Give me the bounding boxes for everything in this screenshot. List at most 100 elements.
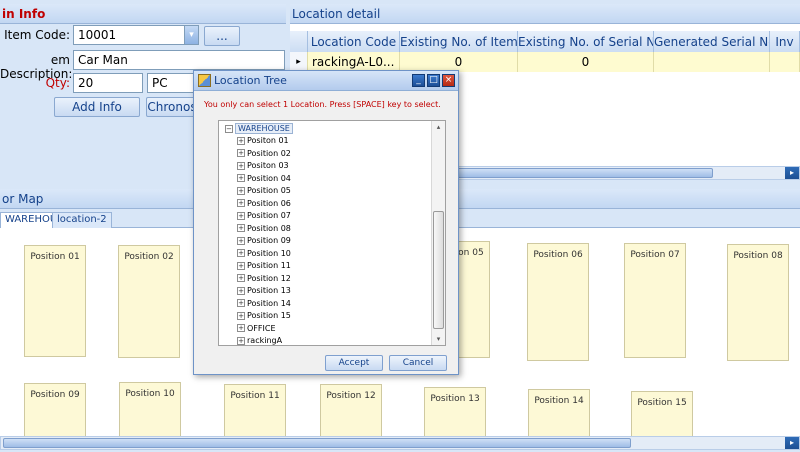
expand-icon[interactable]: + [237, 274, 245, 282]
map-position-02[interactable]: Position 02 [118, 245, 180, 358]
scroll-up-icon[interactable]: ▴ [432, 121, 445, 133]
qty-label: Qty: [45, 76, 70, 90]
tree-node-label: Position 14 [247, 298, 291, 308]
tree-node[interactable]: + Position 11 [237, 260, 291, 272]
cell-generated-serial[interactable] [654, 52, 770, 72]
tree-node[interactable]: + Position 07 [237, 210, 291, 222]
map-position-15[interactable]: Position 15 [631, 391, 693, 436]
map-scroll-right-icon[interactable]: ▸ [785, 437, 799, 449]
map-position-11[interactable]: Position 11 [224, 384, 286, 436]
expand-icon[interactable]: + [237, 211, 245, 220]
expand-icon[interactable]: + [237, 224, 245, 232]
cell-inv[interactable] [770, 52, 800, 72]
item-code-combo[interactable]: 10001 ▾ [73, 25, 199, 45]
tree-node[interactable]: + Position 04 [237, 173, 291, 185]
tree-node[interactable]: + Position 12 [237, 273, 291, 285]
map-position-08[interactable]: Position 08 [727, 244, 789, 361]
accept-button[interactable]: Accept [325, 355, 383, 371]
expand-icon[interactable]: + [237, 249, 245, 257]
cancel-button[interactable]: Cancel [389, 355, 447, 371]
tree-scroll-thumb[interactable] [433, 211, 444, 329]
tree-node[interactable]: + Position 14 [237, 298, 291, 310]
map-scroll-thumb[interactable] [3, 438, 631, 448]
map-position-06[interactable]: Position 06 [527, 243, 589, 361]
map-position-09[interactable]: Position 09 [24, 383, 86, 436]
expand-icon[interactable]: + [237, 261, 245, 270]
chronos-button[interactable]: Chronos [146, 97, 198, 117]
scroll-down-icon[interactable]: ▾ [432, 333, 445, 345]
main-info-header: in Info [0, 4, 286, 24]
map-position-13[interactable]: Position 13 [424, 387, 486, 436]
tree-node[interactable]: + Position 05 [237, 185, 291, 197]
dialog-title: Location Tree [214, 74, 287, 87]
tree-node-label: Position 10 [247, 248, 291, 258]
tree-node-label: Position 02 [247, 148, 291, 158]
dialog-title-bar[interactable]: Location Tree _ □ × [194, 71, 458, 91]
tree-node-label: Position 12 [247, 273, 291, 283]
cell-existing-serial[interactable]: 0 [518, 52, 654, 72]
tree-node-label: Position 07 [247, 211, 291, 220]
expand-icon[interactable]: + [237, 136, 245, 145]
tab-location-2[interactable]: location-2 [52, 212, 112, 228]
row-indicator-icon: ▸ [290, 52, 308, 72]
expand-icon[interactable]: + [237, 311, 245, 320]
location-tree[interactable]: − WAREHOUSE + Positon 01 + Position 02 + Posit… [218, 120, 446, 346]
app-icon [198, 74, 211, 87]
tree-node[interactable]: + rackingA [237, 335, 282, 347]
scroll-right-icon[interactable]: ▸ [785, 167, 799, 179]
tree-node[interactable]: + Position 02 [237, 148, 291, 160]
map-position-01[interactable]: Position 01 [24, 245, 86, 357]
item-description-field[interactable]: Car Man [73, 50, 285, 70]
tree-vertical-scrollbar[interactable]: ▴ ▾ [431, 121, 445, 345]
browse-button[interactable]: ... [204, 26, 240, 46]
map-horizontal-scrollbar[interactable]: ▸ [0, 436, 800, 450]
tree-node[interactable]: + Positon 03 [237, 160, 289, 172]
tree-node-label: Positon 03 [247, 161, 289, 170]
tree-node[interactable]: + Positon 01 [237, 135, 289, 147]
expand-icon[interactable]: + [237, 299, 245, 307]
tree-node-label: Position 15 [247, 311, 291, 320]
map-position-07[interactable]: Position 07 [624, 243, 686, 358]
tree-node-label: rackingA [247, 336, 283, 345]
qty-field[interactable]: 20 [73, 73, 143, 93]
tree-node-label: Position 08 [247, 223, 291, 233]
tree-node-label: Position 13 [247, 286, 291, 295]
add-info-button[interactable]: Add Info [54, 97, 140, 117]
tree-node[interactable]: + Position 13 [237, 285, 291, 297]
item-description-value: Car Man [78, 53, 128, 67]
close-icon[interactable]: × [442, 74, 455, 87]
minimize-icon[interactable]: _ [412, 74, 425, 87]
tree-node[interactable]: + Position 10 [237, 248, 291, 260]
map-position-14[interactable]: Position 14 [528, 389, 590, 436]
location-tree-dialog: Location Tree _ □ × You only can select … [193, 70, 459, 375]
expand-icon[interactable]: + [237, 149, 245, 157]
tree-node-root[interactable]: − WAREHOUSE [225, 123, 293, 135]
tree-node[interactable]: + Position 09 [237, 235, 291, 247]
expand-icon[interactable]: + [237, 236, 245, 245]
expand-icon[interactable]: + [237, 336, 245, 345]
tree-node[interactable]: + Position 06 [237, 198, 291, 210]
chevron-down-icon[interactable]: ▾ [184, 26, 198, 44]
expand-icon[interactable]: + [237, 161, 245, 170]
expand-icon[interactable]: + [237, 199, 245, 207]
cell-location-code[interactable]: rackingA-L0... [308, 52, 400, 72]
unit-combo[interactable]: PC [147, 73, 197, 93]
cell-existing-items[interactable]: 0 [400, 52, 518, 72]
tree-node[interactable]: + OFFICE [237, 323, 276, 335]
map-position-12[interactable]: Position 12 [320, 384, 382, 436]
tree-node-label: Positon 01 [247, 136, 289, 145]
collapse-icon[interactable]: − [225, 124, 233, 133]
tree-node-root-label: WAREHOUSE [235, 123, 293, 134]
grid-horizontal-scrollbar[interactable]: ▸ [450, 166, 800, 180]
tree-node[interactable]: + Position 08 [237, 223, 291, 235]
expand-icon[interactable]: + [237, 324, 245, 332]
maximize-icon[interactable]: □ [427, 74, 440, 87]
grid-scroll-thumb[interactable] [453, 168, 713, 178]
item-code-label: Item Code: [4, 28, 70, 42]
expand-icon[interactable]: + [237, 286, 245, 295]
expand-icon[interactable]: + [237, 186, 245, 195]
expand-icon[interactable]: + [237, 174, 245, 182]
map-position-10[interactable]: Position 10 [119, 382, 181, 436]
tree-node-label: OFFICE [247, 323, 276, 333]
tree-node[interactable]: + Position 15 [237, 310, 291, 322]
